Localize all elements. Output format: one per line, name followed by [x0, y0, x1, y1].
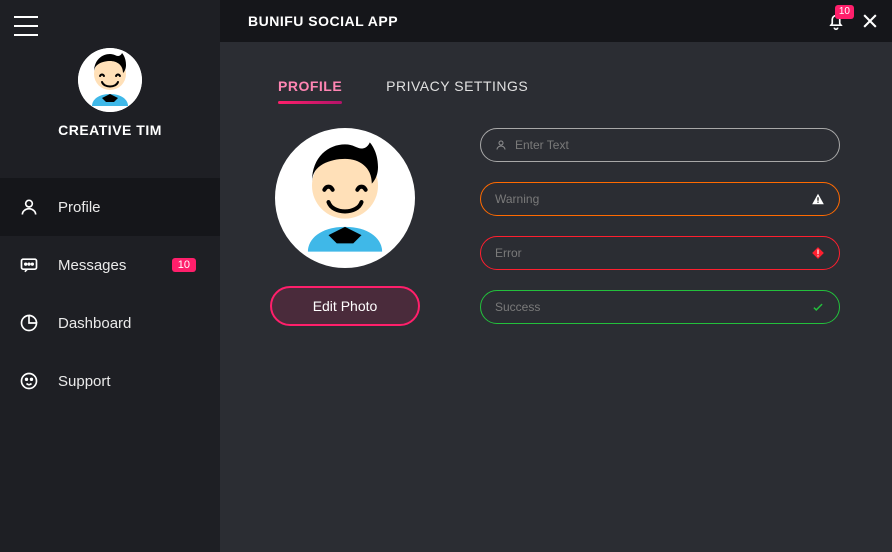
input-default[interactable]: [480, 128, 840, 162]
app-title: BUNIFU SOCIAL APP: [248, 13, 398, 29]
messages-badge: 10: [172, 258, 196, 272]
warning-icon: [811, 192, 825, 206]
sidebar-avatar: [78, 48, 142, 112]
sidebar-item-label: Profile: [58, 199, 101, 216]
tab-profile[interactable]: PROFILE: [278, 78, 342, 104]
user-icon: [495, 139, 507, 151]
photo-column: Edit Photo: [270, 128, 420, 326]
user-icon: [18, 196, 40, 218]
notifications-button[interactable]: 10: [826, 11, 846, 31]
fields-column: [480, 128, 840, 324]
sidebar-profile: CREATIVE TIM: [0, 48, 220, 138]
message-icon: [18, 254, 40, 276]
sidebar: CREATIVE TIM Profile Messages 10 Da: [0, 0, 220, 552]
sidebar-username: CREATIVE TIM: [58, 122, 162, 138]
content: PROFILE PRIVACY SETTINGS: [220, 42, 892, 552]
notifications-badge: 10: [835, 5, 854, 19]
sidebar-item-messages[interactable]: Messages 10: [0, 236, 220, 294]
error-text-input[interactable]: [495, 246, 811, 260]
header: BUNIFU SOCIAL APP 10: [220, 0, 892, 42]
error-icon: [811, 246, 825, 260]
tabs: PROFILE PRIVACY SETTINGS: [250, 78, 862, 104]
sidebar-item-support[interactable]: Support: [0, 352, 220, 410]
sidebar-item-dashboard[interactable]: Dashboard: [0, 294, 220, 352]
hamburger-menu-button[interactable]: [14, 16, 38, 36]
profile-avatar: [275, 128, 415, 268]
default-text-input[interactable]: [515, 138, 825, 152]
support-icon: [18, 370, 40, 392]
sidebar-item-profile[interactable]: Profile: [0, 178, 220, 236]
pie-chart-icon: [18, 312, 40, 334]
edit-photo-button[interactable]: Edit Photo: [270, 286, 420, 326]
input-success[interactable]: [480, 290, 840, 324]
sidebar-item-label: Dashboard: [58, 315, 131, 332]
close-icon: [860, 11, 880, 31]
success-text-input[interactable]: [495, 300, 811, 314]
sidebar-item-label: Support: [58, 373, 111, 390]
sidebar-item-label: Messages: [58, 257, 126, 274]
close-button[interactable]: [860, 11, 880, 31]
input-warning[interactable]: [480, 182, 840, 216]
main-area: BUNIFU SOCIAL APP 10 PROFILE PRIVACY SET…: [220, 0, 892, 552]
input-error[interactable]: [480, 236, 840, 270]
sidebar-nav: Profile Messages 10 Dashboard Support: [0, 178, 220, 410]
warning-text-input[interactable]: [495, 192, 811, 206]
tab-privacy-settings[interactable]: PRIVACY SETTINGS: [386, 78, 528, 104]
check-icon: [811, 300, 825, 314]
